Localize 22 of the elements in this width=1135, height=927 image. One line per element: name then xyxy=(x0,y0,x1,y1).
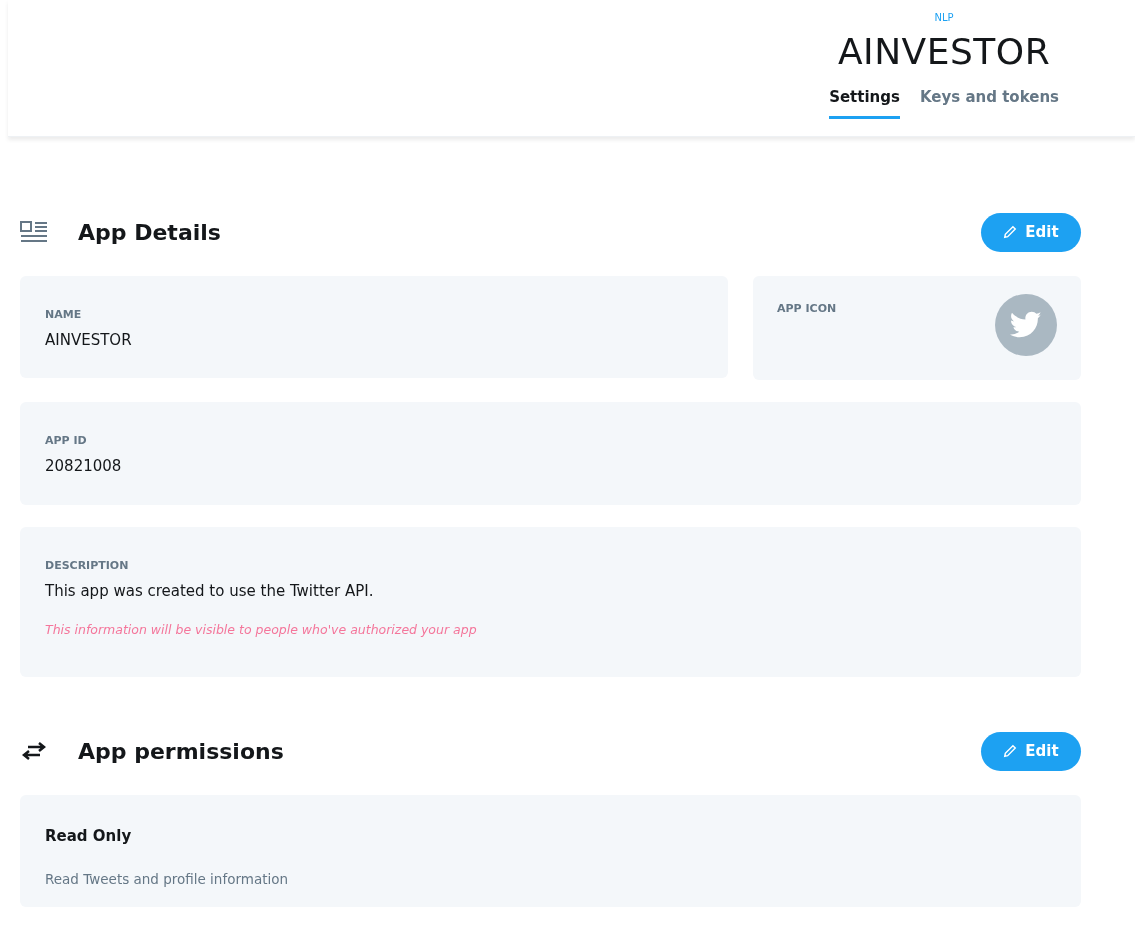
app-title: AINVESTOR xyxy=(837,31,1051,72)
pencil-icon xyxy=(1003,744,1018,758)
field-value: AINVESTOR xyxy=(45,331,133,349)
field-value: This app was created to use the Twitter API. xyxy=(45,582,375,600)
list-icon xyxy=(20,221,48,243)
section-title: App permissions xyxy=(78,738,285,764)
project-label: NLP xyxy=(934,12,954,23)
visibility-note: This information will be visible to people who've authorized your app xyxy=(45,622,478,637)
field-label: DESCRIPTION xyxy=(45,559,130,572)
field-label: APP ID xyxy=(45,434,88,447)
section-title: App Details xyxy=(78,219,222,245)
swap-arrows-icon xyxy=(20,742,48,760)
field-label: APP ICON xyxy=(777,302,837,317)
field-value: 20821008 xyxy=(45,457,123,475)
tab[interactable]: Keys and tokens xyxy=(919,80,1059,119)
tab[interactable]: Settings xyxy=(829,80,900,119)
field-label: NAME xyxy=(45,308,83,321)
edit-button[interactable]: Edit xyxy=(981,212,1081,252)
permission-description: Read Tweets and profile information xyxy=(45,871,290,887)
pencil-icon xyxy=(1003,225,1018,239)
permission-title: Read Only xyxy=(45,827,133,845)
edit-button[interactable]: Edit xyxy=(981,731,1081,771)
